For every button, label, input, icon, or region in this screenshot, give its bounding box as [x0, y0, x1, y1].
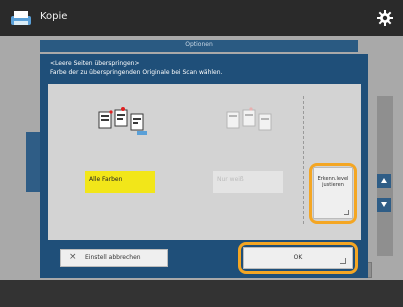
ok-button[interactable]: OK [243, 247, 353, 269]
color-documents-icon [98, 107, 147, 135]
arrow-down-icon [381, 202, 387, 207]
dialog-instruction: Farbe der zu überspringenden Originale b… [50, 69, 223, 76]
option-white-only-label: Nur weiß [217, 176, 244, 183]
bottom-bar [0, 280, 403, 307]
option-white-only[interactable]: Nur weiß [213, 171, 283, 193]
close-icon: × [69, 252, 77, 262]
arrow-up-icon [381, 178, 387, 183]
copy-icon [11, 11, 31, 25]
gear-icon[interactable] [376, 9, 394, 27]
adjust-detection-level-button[interactable]: Erkenn.level justieren [313, 167, 353, 219]
background-left-tab [26, 132, 40, 192]
app-title: Kopie [40, 11, 68, 22]
cancel-settings-button[interactable]: × Einstell abbrechen [60, 249, 168, 267]
adjust-detection-level-label: Erkenn.level justieren [317, 176, 349, 188]
corner-indicator-icon [340, 258, 346, 264]
cancel-settings-label: Einstell abbrechen [85, 254, 141, 261]
white-documents-icon [226, 107, 272, 131]
top-bar: Kopie [0, 0, 403, 36]
option-all-colors-label: Alle Farben [89, 176, 123, 183]
options-band-label: Optionen [185, 41, 213, 48]
skip-blank-pages-dialog: <Leere Seiten überspringen> Farbe der zu… [40, 54, 368, 278]
panel-divider [303, 96, 304, 224]
option-all-colors[interactable]: Alle Farben [85, 171, 155, 193]
corner-indicator-icon [344, 210, 349, 215]
ok-label: OK [293, 254, 303, 261]
scroll-up-button[interactable] [377, 174, 391, 188]
options-band: Optionen [40, 40, 358, 52]
dialog-title: <Leere Seiten überspringen> [50, 60, 140, 67]
scroll-down-button[interactable] [377, 198, 391, 212]
